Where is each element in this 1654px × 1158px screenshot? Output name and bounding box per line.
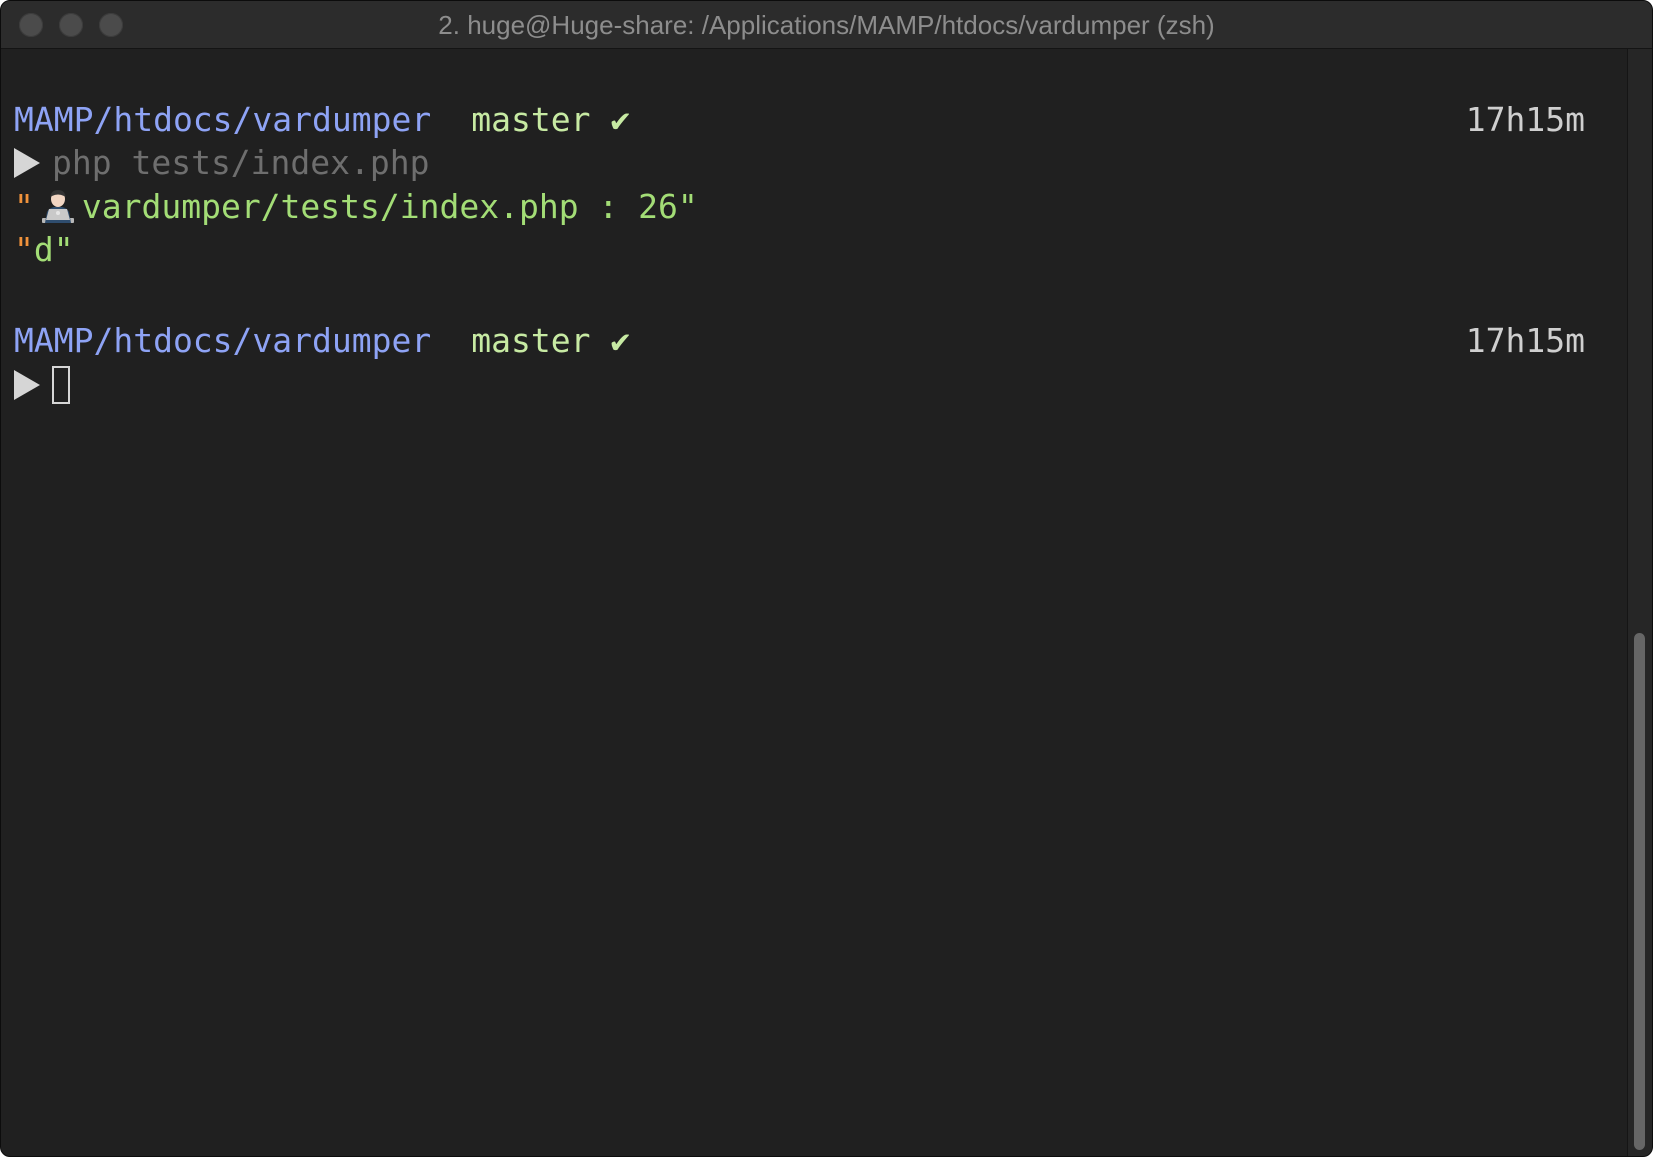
- close-quote: ": [677, 187, 698, 226]
- command-text: php tests/index.php: [52, 143, 430, 182]
- git-clean-check-icon: ✔: [610, 321, 631, 360]
- window-title: 2. huge@Huge-share: /Applications/MAMP/h…: [438, 10, 1215, 40]
- prompt-path: MAMP/htdocs/vardumper: [14, 321, 432, 360]
- prompt-line: MAMP/htdocs/vardumper master ✔: [14, 98, 630, 142]
- prompt-arrow-icon: [14, 369, 40, 400]
- vertical-scrollbar[interactable]: [1627, 49, 1652, 1156]
- prompt-arrow-icon: [14, 147, 40, 178]
- prompt-path: MAMP/htdocs/vardumper: [14, 100, 432, 139]
- terminal-window: 2. huge@Huge-share: /Applications/MAMP/h…: [0, 0, 1653, 1157]
- elapsed-time: 17h15m: [1465, 321, 1585, 360]
- close-quote: ": [53, 230, 74, 269]
- input-line[interactable]: [14, 363, 70, 407]
- output-line: "d": [14, 228, 74, 272]
- text-cursor: [52, 365, 70, 404]
- terminal-content[interactable]: MAMP/htdocs/vardumper master ✔ 17h15m php…: [1, 49, 1628, 1156]
- prompt-line: MAMP/htdocs/vardumper master ✔: [14, 319, 630, 363]
- dump-location: vardumper/tests/index.php : 26: [81, 187, 678, 226]
- git-branch: master: [471, 100, 591, 139]
- command-line: php tests/index.php: [14, 141, 430, 185]
- open-quote: ": [14, 230, 34, 269]
- git-clean-check-icon: ✔: [610, 100, 631, 139]
- open-quote: ": [14, 187, 34, 226]
- title-bar[interactable]: 2. huge@Huge-share: /Applications/MAMP/h…: [1, 1, 1652, 49]
- scrollbar-thumb[interactable]: [1634, 633, 1645, 1150]
- output-line: " vardumper/tests/index.php : 26": [14, 185, 698, 229]
- technologist-emoji-icon: [41, 189, 74, 223]
- git-branch: master: [471, 321, 591, 360]
- elapsed-time: 17h15m: [1465, 100, 1585, 139]
- dump-value: d: [33, 230, 54, 269]
